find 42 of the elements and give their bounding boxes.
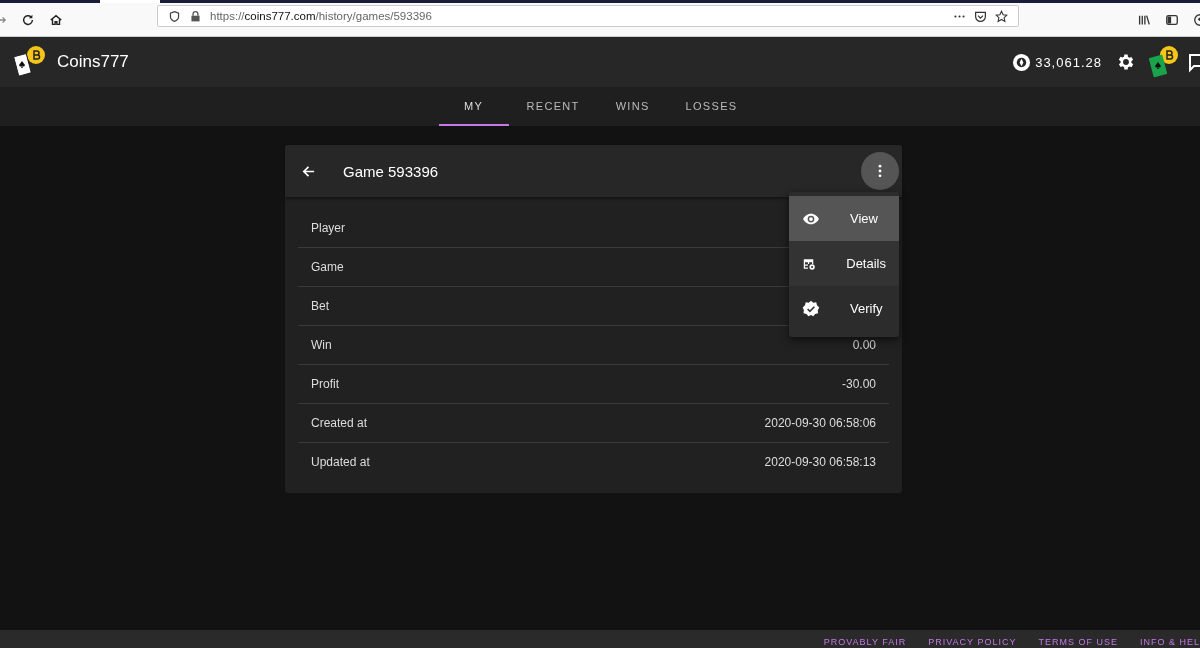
field-label: Bet [311,299,329,313]
menu-item[interactable]: View [789,196,899,241]
menu-item[interactable]: Details [789,241,899,286]
footer-link[interactable]: PROVABLY FAIR [823,637,907,648]
app-title: Coins777 [57,52,129,72]
logo-icon[interactable] [12,45,46,79]
pocket-icon[interactable] [974,9,987,23]
field-value: 2020-09-30 06:58:06 [764,416,876,430]
field-value: -30.00 [841,377,876,391]
avatar-icon[interactable] [1146,45,1180,79]
field-value: 0.00 [852,338,876,352]
more-button[interactable] [861,152,899,190]
star-icon[interactable] [995,9,1008,23]
field-label: Game [311,260,344,274]
field-label: Win [311,338,332,352]
balance-amount: 33,061.28 [1035,54,1102,70]
card-title: Game 593396 [343,162,439,180]
more-icon [878,164,882,178]
tab[interactable]: WINS [597,87,668,126]
account-icon[interactable] [1193,12,1200,27]
field-value: 2020-09-30 06:58:13 [764,455,876,469]
field-label: Profit [311,377,339,391]
lock-icon [189,9,202,23]
field-label: Created at [311,416,368,430]
coin-icon [1012,52,1032,72]
footer-link[interactable]: INFO & HEL [1140,637,1200,648]
home-icon[interactable] [49,12,63,27]
footer-link[interactable]: TERMS OF USE [1038,637,1118,648]
footer-link[interactable]: PRIVACY POLICY [928,637,1017,648]
tab[interactable]: RECENT [508,87,598,126]
url-text: https://coins777.com/history/games/593396 [210,10,432,22]
menu-item[interactable]: Verify [789,286,899,331]
tab[interactable]: LOSSES [667,87,756,126]
reload-icon[interactable] [21,12,35,27]
field-label: Player [311,221,345,235]
address-bar[interactable]: https://coins777.com/history/games/593396 [157,5,1019,27]
field-label: Updated at [311,455,370,469]
shield-icon[interactable] [168,9,181,23]
tab[interactable]: MY [438,87,509,126]
verified-badge-icon [802,299,820,318]
settings-icon[interactable] [1116,52,1136,72]
sidebar-icon[interactable] [1165,12,1179,27]
